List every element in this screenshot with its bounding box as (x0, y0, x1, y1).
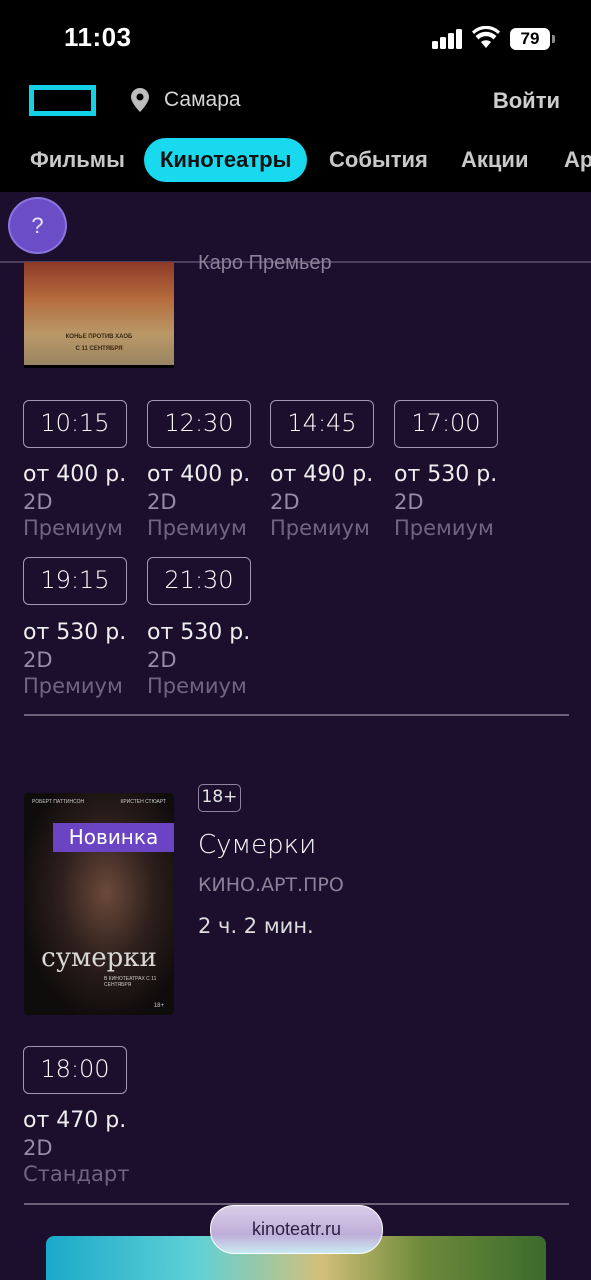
wifi-icon (472, 26, 500, 48)
city-selector[interactable]: Самара (130, 88, 241, 112)
session-time-button[interactable]: 14:45 (270, 400, 374, 448)
location-pin-icon (131, 88, 149, 112)
session-price: от 400 р. (23, 462, 127, 487)
status-bar: 11:03 79 (0, 0, 591, 78)
session-time-button[interactable]: 19:15 (23, 557, 127, 605)
movie-title[interactable]: Сумерки (198, 830, 316, 860)
nav-item-events[interactable]: События (329, 138, 428, 182)
session-hall: Стандарт (23, 1162, 130, 1186)
age-rating-badge: 18+ (198, 784, 241, 812)
divider (24, 714, 569, 716)
city-name: Самара (164, 88, 241, 111)
session-format: 2D (394, 490, 424, 514)
session-price: от 530 р. (394, 462, 498, 487)
session-hall: Премиум (147, 516, 247, 540)
session-format: 2D (23, 490, 53, 514)
session-time-button[interactable]: 10:15 (23, 400, 127, 448)
battery-icon: 79 (510, 28, 555, 50)
session-format: 2D (23, 648, 53, 672)
nav-item-more[interactable]: Ар (564, 138, 591, 182)
site-header: Самара Войти Фильмы Кинотеатры События А… (0, 78, 591, 192)
nav-item-cinemas[interactable]: Кинотеатры (144, 138, 308, 182)
login-button[interactable]: Войти (493, 88, 560, 114)
nav-item-films[interactable]: Фильмы (30, 138, 125, 182)
poster-title: сумерки (41, 943, 157, 973)
url-bar[interactable]: kinoteatr.ru (210, 1205, 383, 1254)
poster-actor: РОБЕРТ ПАТТИНСОН (32, 799, 85, 805)
session-time-button[interactable]: 17:00 (394, 400, 498, 448)
poster-release: В КИНОТЕАТРАХ С 11 СЕНТЯБРЯ (104, 976, 157, 988)
poster-actor: КРИСТЕН СТЮАРТ (120, 799, 166, 805)
poster-actors: РОБЕРТ ПАТТИНСОН КРИСТЕН СТЮАРТ (32, 799, 166, 805)
status-time: 11:03 (64, 22, 132, 52)
poster-age: 18+ (153, 1003, 164, 1009)
session-format: 2D (147, 648, 177, 672)
session-format: 2D (147, 490, 177, 514)
cinema-name[interactable]: КИНО.АРТ.ПРО (198, 874, 344, 896)
session-hall: Премиум (23, 674, 123, 698)
poster-release: С 11 СЕНТЯБРЯ (75, 346, 123, 352)
movie-duration: 2 ч. 2 мин. (198, 914, 314, 938)
session-hall: Премиум (270, 516, 370, 540)
session-hall: Премиум (23, 516, 123, 540)
nav-item-promos[interactable]: Акции (461, 138, 528, 182)
session-time-button[interactable]: 18:00 (23, 1046, 127, 1094)
session-format: 2D (270, 490, 300, 514)
session-hall: Премиум (394, 516, 494, 540)
session-price: от 400 р. (147, 462, 251, 487)
session-time-button[interactable]: 12:30 (147, 400, 251, 448)
main-nav: Фильмы Кинотеатры События Акции Ар (0, 138, 591, 186)
session-price: от 530 р. (23, 620, 127, 645)
help-button[interactable]: ? (8, 197, 67, 254)
session-price: от 490 р. (270, 462, 374, 487)
session-format: 2D (23, 1136, 53, 1160)
movie-poster[interactable]: КОНЬЕ ПРОТИВ ХАОБ С 11 СЕНТЯБРЯ (24, 262, 174, 368)
logo[interactable] (29, 85, 96, 116)
poster-tagline: КОНЬЕ ПРОТИВ ХАОБ (65, 334, 133, 340)
session-price: от 470 р. (23, 1108, 127, 1133)
cinema-name[interactable]: Каро Премьер (198, 252, 332, 275)
new-badge: Новинка (53, 823, 174, 852)
cellular-signal-icon (432, 29, 464, 49)
session-price: от 530 р. (147, 620, 251, 645)
session-hall: Премиум (147, 674, 247, 698)
session-time-button[interactable]: 21:30 (147, 557, 251, 605)
